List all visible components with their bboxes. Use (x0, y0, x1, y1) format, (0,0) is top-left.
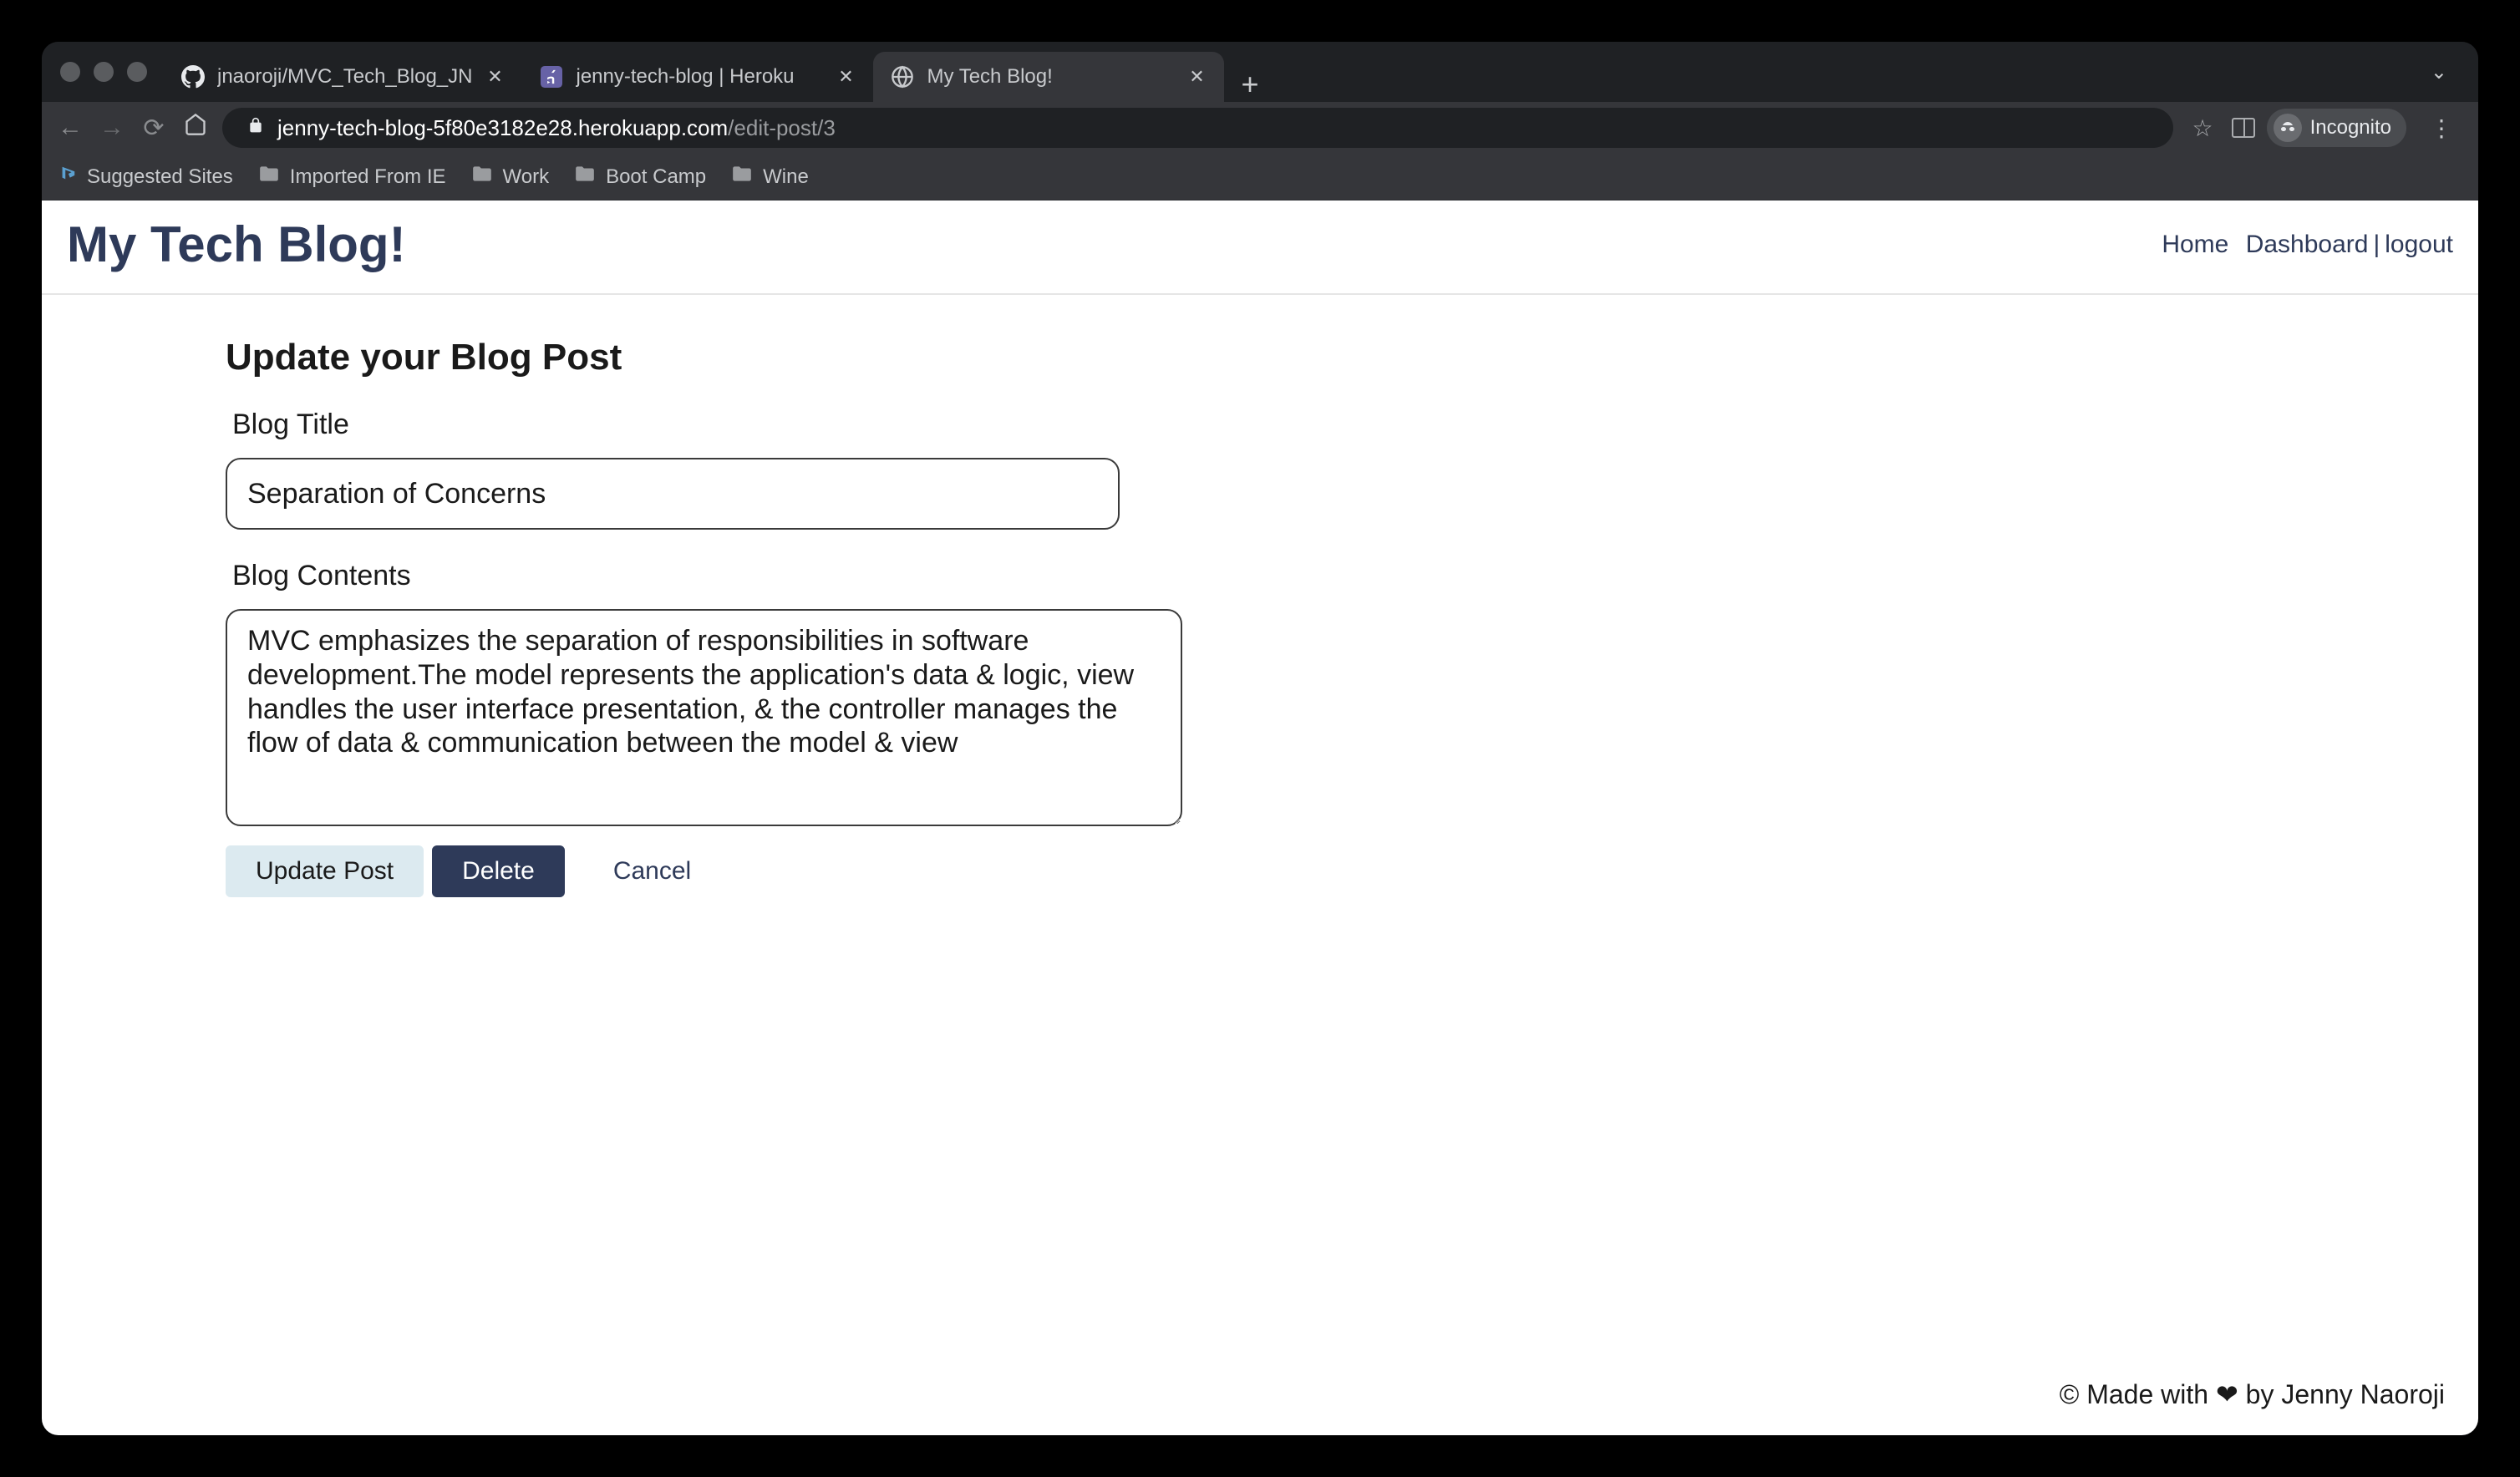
close-tab-icon[interactable]: ✕ (484, 66, 506, 88)
side-panel-icon[interactable] (2232, 118, 2255, 138)
folder-icon (731, 165, 753, 189)
maximize-window-button[interactable] (127, 62, 147, 82)
reload-button[interactable]: ⟳ (139, 114, 169, 143)
forward-button[interactable]: → (97, 114, 127, 142)
bookmark-label: Imported From IE (290, 165, 446, 189)
bookmark-label: Work (503, 165, 550, 189)
page-content: My Tech Blog! Home Dashboard | logout Up… (42, 200, 2478, 1435)
delete-button[interactable]: Delete (432, 845, 565, 897)
tab-title: My Tech Blog! (927, 65, 1174, 89)
folder-icon (258, 165, 280, 189)
nav-logout-link[interactable]: logout (2385, 231, 2453, 259)
tab-bar: jnaoroji/MVC_Tech_Blog_JN ✕ jenny-tech-b… (42, 42, 2478, 102)
incognito-badge[interactable]: Incognito (2267, 109, 2406, 147)
folder-icon (471, 165, 493, 189)
globe-icon (890, 64, 915, 89)
title-label: Blog Title (232, 409, 2294, 441)
site-title: My Tech Blog! (67, 216, 406, 273)
update-post-button[interactable]: Update Post (226, 845, 424, 897)
tabs-container: jnaoroji/MVC_Tech_Blog_JN ✕ jenny-tech-b… (164, 42, 2410, 102)
home-button[interactable] (180, 113, 211, 143)
close-window-button[interactable] (60, 62, 80, 82)
bookmark-imported-from-ie[interactable]: Imported From IE (258, 165, 446, 189)
nav-dashboard-link[interactable]: Dashboard (2246, 231, 2369, 259)
site-header: My Tech Blog! Home Dashboard | logout (42, 200, 2478, 295)
main-area: Update your Blog Post Blog Title Blog Co… (42, 295, 2478, 1363)
window-controls (52, 62, 164, 82)
browser-window: jnaoroji/MVC_Tech_Blog_JN ✕ jenny-tech-b… (42, 42, 2478, 1435)
close-tab-icon[interactable]: ✕ (835, 66, 856, 88)
folder-icon (574, 165, 596, 189)
button-row: Update Post Delete Cancel (226, 845, 2294, 897)
nav-home-link[interactable]: Home (2162, 231, 2228, 259)
github-icon (180, 64, 206, 89)
url-host: jenny-tech-blog-5f80e3182e28.herokuapp.c… (277, 115, 728, 140)
tab-my-tech-blog[interactable]: My Tech Blog! ✕ (873, 52, 1224, 102)
blog-title-input[interactable] (226, 458, 1120, 530)
bookmark-boot-camp[interactable]: Boot Camp (574, 165, 706, 189)
bookmark-work[interactable]: Work (471, 165, 550, 189)
incognito-icon (2274, 114, 2302, 142)
address-bar: ← → ⟳ jenny-tech-blog-5f80e3182e28.herok… (42, 102, 2478, 154)
blog-contents-textarea[interactable] (226, 609, 1182, 826)
new-tab-button[interactable]: + (1224, 67, 1275, 102)
bookmarks-bar: Suggested Sites Imported From IE Work Bo… (42, 154, 2478, 200)
close-tab-icon[interactable]: ✕ (1186, 66, 1207, 88)
footer-prefix: © Made with (2060, 1379, 2216, 1409)
bookmark-label: Suggested Sites (87, 165, 233, 189)
heroku-icon (539, 64, 564, 89)
bookmark-wine[interactable]: Wine (731, 165, 809, 189)
url-path: /edit-post/3 (728, 115, 836, 140)
nav-links: Home Dashboard | logout (2162, 231, 2453, 259)
browser-menu-icon[interactable]: ⋮ (2418, 114, 2465, 142)
cancel-button[interactable]: Cancel (573, 845, 721, 897)
tab-heroku[interactable]: jenny-tech-blog | Heroku ✕ (522, 52, 873, 102)
minimize-window-button[interactable] (94, 62, 114, 82)
bookmark-suggested-sites[interactable]: Suggested Sites (58, 163, 233, 190)
bookmark-label: Wine (763, 165, 809, 189)
tab-title: jenny-tech-blog | Heroku (576, 65, 823, 89)
url-bar[interactable]: jenny-tech-blog-5f80e3182e28.herokuapp.c… (222, 108, 2173, 148)
tab-github[interactable]: jnaoroji/MVC_Tech_Blog_JN ✕ (164, 52, 522, 102)
footer-suffix: by Jenny Naoroji (2238, 1379, 2445, 1409)
nav-separator: | (2373, 231, 2380, 259)
back-button[interactable]: ← (55, 114, 85, 142)
bookmark-label: Boot Camp (606, 165, 706, 189)
bing-icon (58, 163, 77, 190)
heart-icon: ❤ (2216, 1379, 2238, 1409)
tab-title: jnaoroji/MVC_Tech_Blog_JN (217, 65, 472, 89)
url-text: jenny-tech-blog-5f80e3182e28.herokuapp.c… (277, 115, 836, 141)
incognito-label: Incognito (2310, 116, 2391, 140)
bookmark-star-icon[interactable]: ☆ (2185, 114, 2219, 142)
form-heading: Update your Blog Post (226, 337, 2294, 378)
lock-icon (247, 116, 264, 140)
tabs-dropdown-icon[interactable]: ⌄ (2410, 60, 2468, 84)
site-footer: © Made with ❤ by Jenny Naoroji (42, 1363, 2478, 1435)
contents-label: Blog Contents (232, 560, 2294, 592)
